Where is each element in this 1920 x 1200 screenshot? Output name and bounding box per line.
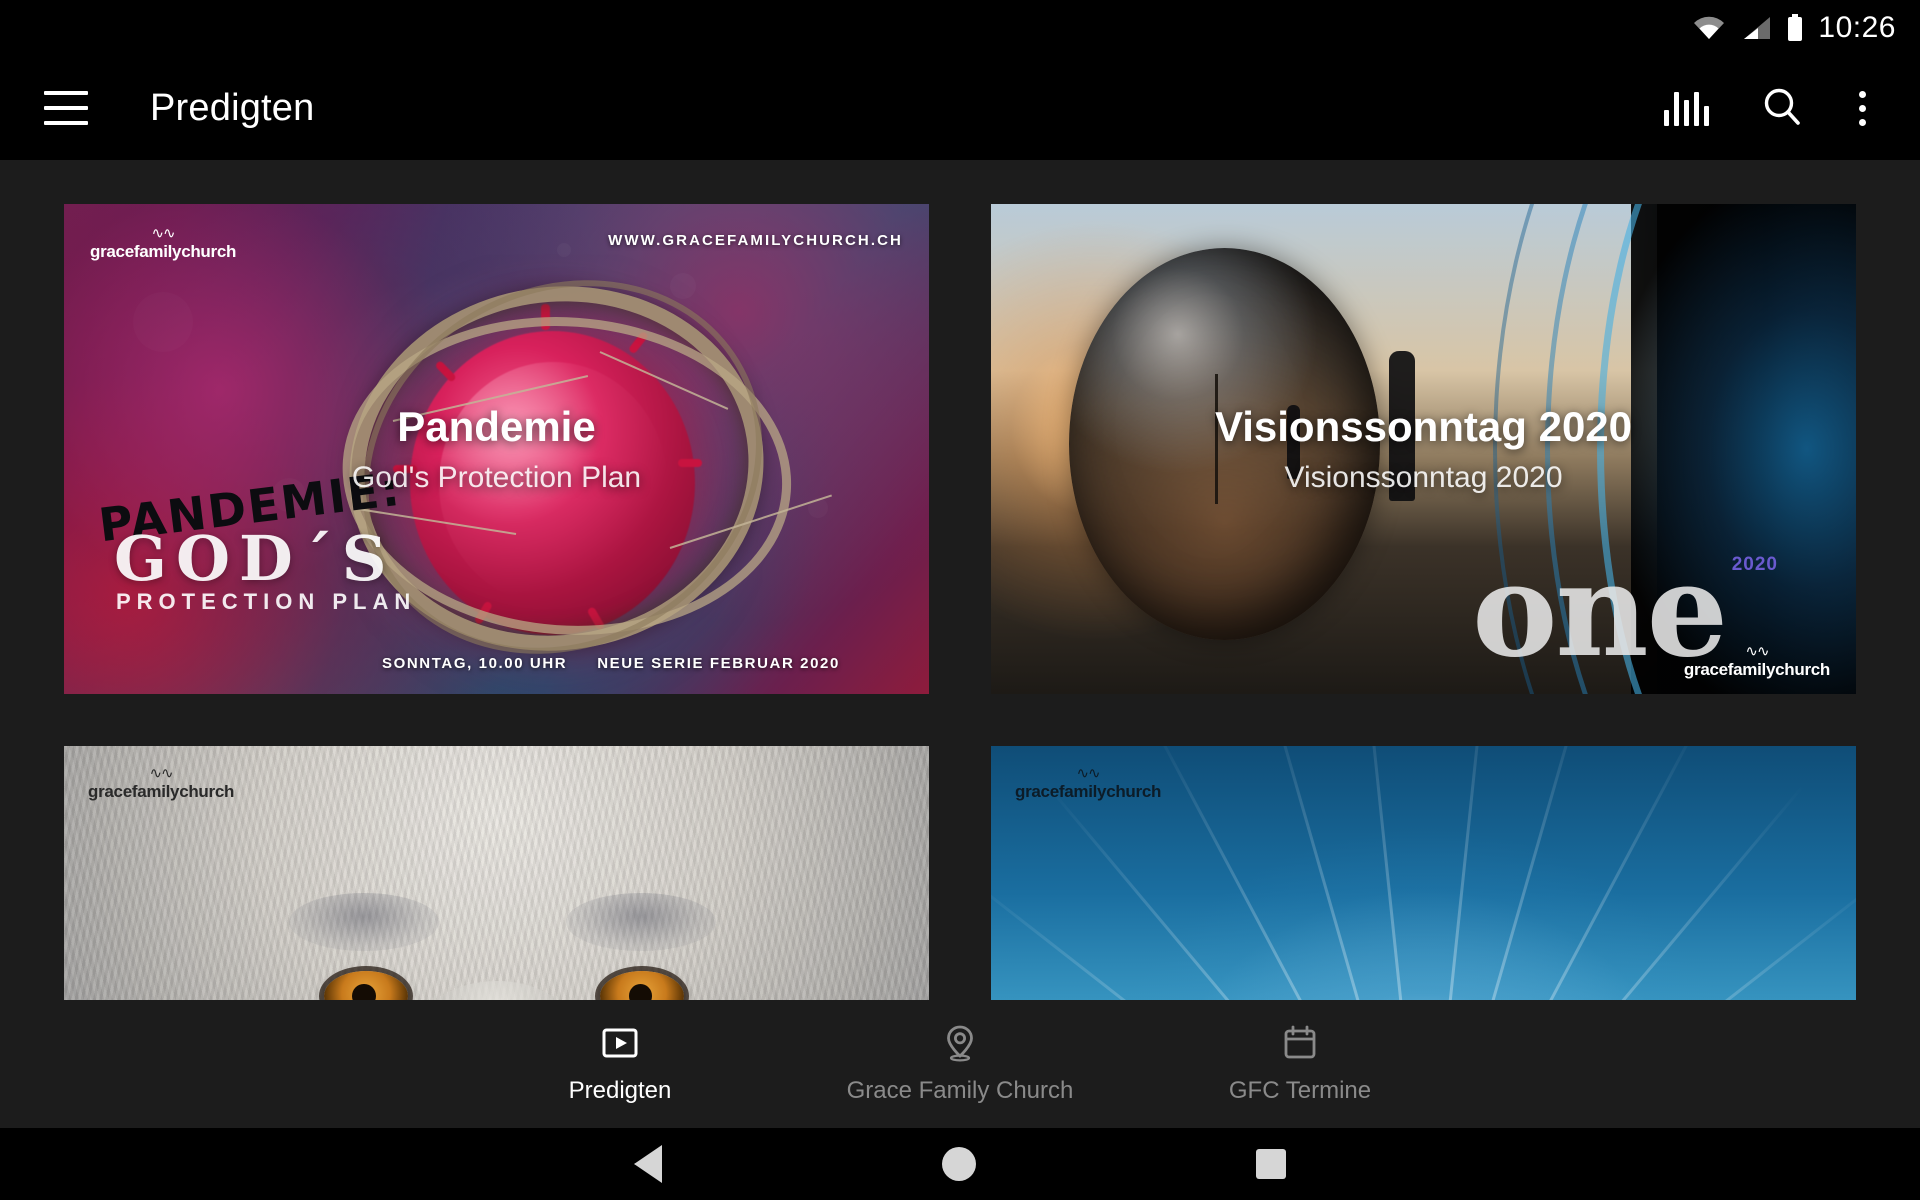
content-area: ∿∿ gracefamilychurch WWW.GRACEFAMILYCHUR… bbox=[0, 160, 1920, 1010]
bottom-nav-label: Predigten bbox=[568, 1077, 672, 1104]
wifi-icon bbox=[1692, 15, 1726, 41]
sermon-card-pandemie[interactable]: ∿∿ gracefamilychurch WWW.GRACEFAMILYCHUR… bbox=[64, 204, 929, 694]
status-bar: 10:26 bbox=[0, 0, 1920, 56]
cellular-signal-icon bbox=[1740, 15, 1772, 41]
location-pin-icon bbox=[940, 1023, 980, 1063]
bottom-nav-item-gfc-termine[interactable]: GFC Termine bbox=[1130, 1023, 1470, 1105]
recents-square-icon[interactable] bbox=[1256, 1149, 1286, 1179]
home-circle-icon[interactable] bbox=[942, 1147, 976, 1181]
back-triangle-icon[interactable] bbox=[634, 1145, 662, 1183]
overflow-menu-icon[interactable] bbox=[1855, 87, 1870, 130]
battery-icon bbox=[1786, 14, 1804, 42]
app-screen: 10:26 Predigten ∿∿ gracefamilychurch WWW… bbox=[0, 0, 1920, 1200]
bottom-nav-label: GFC Termine bbox=[1228, 1077, 1372, 1104]
artwork-sub-word: PROTECTION PLAN bbox=[116, 589, 417, 614]
status-bar-clock: 10:26 bbox=[1818, 11, 1896, 44]
sermon-card-lion[interactable]: ∿∿ gracefamilychurch bbox=[64, 746, 929, 1010]
logo-wordmark: gracefamilychurch bbox=[88, 782, 235, 801]
sermon-card-rays[interactable]: ∿∿ gracefamilychurch bbox=[991, 746, 1856, 1010]
search-icon[interactable] bbox=[1761, 85, 1803, 132]
lion-brow bbox=[565, 893, 716, 951]
gracefamilychurch-logo: ∿∿ gracefamilychurch bbox=[88, 766, 234, 800]
artwork-year-badge: 2020 bbox=[1731, 554, 1778, 575]
sermon-card-grid: ∿∿ gracefamilychurch WWW.GRACEFAMILYCHUR… bbox=[0, 160, 1920, 1010]
lion-brow bbox=[288, 893, 439, 951]
card-artwork-pandemie: ∿∿ gracefamilychurch WWW.GRACEFAMILYCHUR… bbox=[64, 204, 929, 694]
bokeh-dot bbox=[670, 273, 696, 299]
person-silhouette bbox=[1286, 404, 1300, 479]
person-silhouette bbox=[1388, 351, 1415, 501]
sermon-card-visionssonntag[interactable]: one 2020 ∿∿ gracefamilychurch Visionsson… bbox=[991, 204, 1856, 694]
logo-wordmark: gracefamilychurch bbox=[1015, 782, 1162, 801]
bottom-navigation-bar: Predigten Grace Family Church GFC Termin… bbox=[0, 1000, 1920, 1128]
logo-mark: ∿∿ bbox=[151, 225, 175, 242]
logo-wordmark: gracefamilychurch bbox=[90, 242, 237, 261]
android-system-navigation-bar bbox=[0, 1128, 1920, 1200]
artwork-footer: SONNTAG, 10.00 UHR NEUE SERIE FEBRUAR 20… bbox=[382, 655, 895, 672]
artwork-big-word: GOD´S bbox=[114, 522, 396, 595]
logo-mark: ∿∿ bbox=[1745, 643, 1769, 660]
app-bar-actions bbox=[1664, 85, 1892, 132]
glass-sphere bbox=[1068, 248, 1381, 641]
audio-equalizer-icon[interactable] bbox=[1664, 90, 1709, 126]
video-library-icon bbox=[600, 1023, 640, 1063]
gracefamilychurch-logo: ∿∿ gracefamilychurch bbox=[1684, 644, 1830, 678]
gracefamilychurch-logo: ∿∿ gracefamilychurch bbox=[90, 226, 236, 260]
logo-mark: ∿∿ bbox=[149, 765, 173, 782]
logo-mark: ∿∿ bbox=[1076, 765, 1100, 782]
artwork-footer-series: NEUE SERIE FEBRUAR 2020 bbox=[597, 655, 840, 672]
bottom-nav-item-predigten[interactable]: Predigten bbox=[450, 1023, 790, 1105]
card-artwork-lion: ∿∿ gracefamilychurch bbox=[64, 746, 929, 1010]
hamburger-menu-icon[interactable] bbox=[44, 91, 88, 125]
logo-wordmark: gracefamilychurch bbox=[1683, 660, 1830, 679]
bottom-nav-item-grace-family-church[interactable]: Grace Family Church bbox=[790, 1023, 1130, 1105]
page-title: Predigten bbox=[150, 86, 315, 129]
tree-silhouette bbox=[1215, 373, 1219, 504]
calendar-icon bbox=[1280, 1023, 1320, 1063]
bottom-nav-label: Grace Family Church bbox=[846, 1077, 1074, 1104]
bokeh-dot bbox=[133, 292, 193, 352]
app-bar: Predigten bbox=[0, 56, 1920, 160]
artwork-footer-time: SONNTAG, 10.00 UHR bbox=[382, 655, 568, 672]
card-artwork-visionssonntag: one 2020 ∿∿ gracefamilychurch bbox=[991, 204, 1856, 694]
card-artwork-rays: ∿∿ gracefamilychurch bbox=[991, 746, 1856, 1010]
gracefamilychurch-logo: ∿∿ gracefamilychurch bbox=[1015, 766, 1161, 800]
artwork-website-url: WWW.GRACEFAMILYCHURCH.CH bbox=[608, 232, 903, 249]
